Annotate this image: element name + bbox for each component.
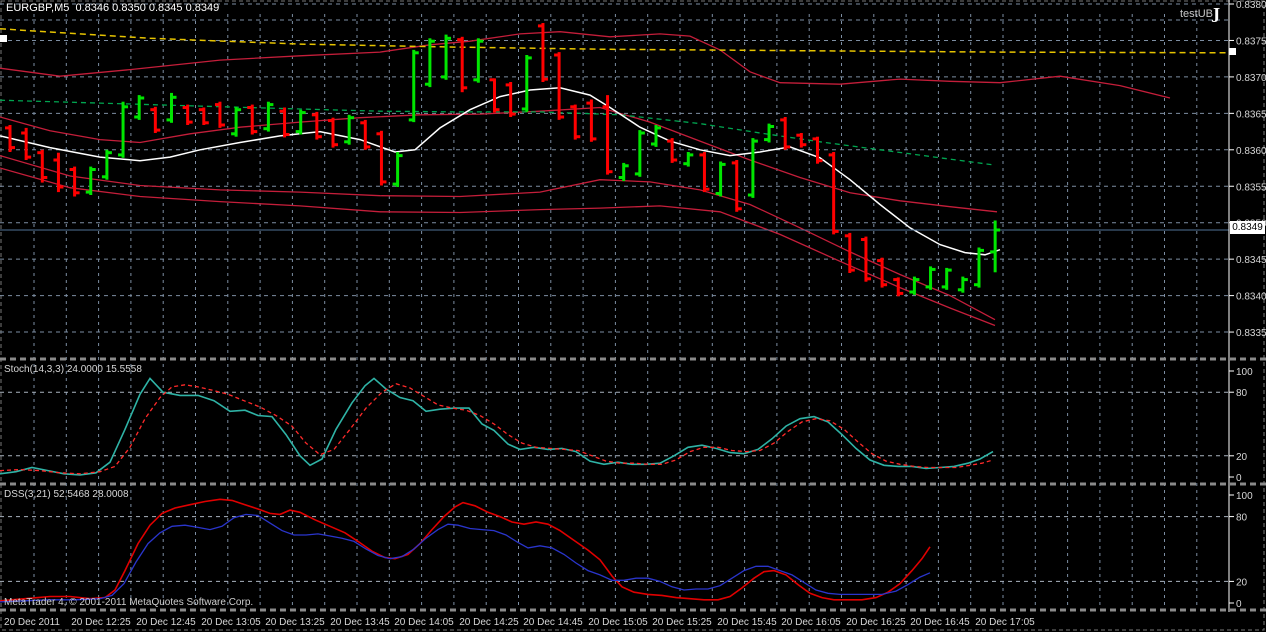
stoch-pane[interactable] <box>0 362 1229 481</box>
main-chart-area[interactable] <box>0 0 1229 357</box>
time-scale[interactable] <box>0 612 1266 632</box>
price-scale[interactable] <box>1229 0 1266 612</box>
dss-pane[interactable] <box>0 487 1229 606</box>
current-price-box: 0.8349 <box>1230 221 1265 234</box>
